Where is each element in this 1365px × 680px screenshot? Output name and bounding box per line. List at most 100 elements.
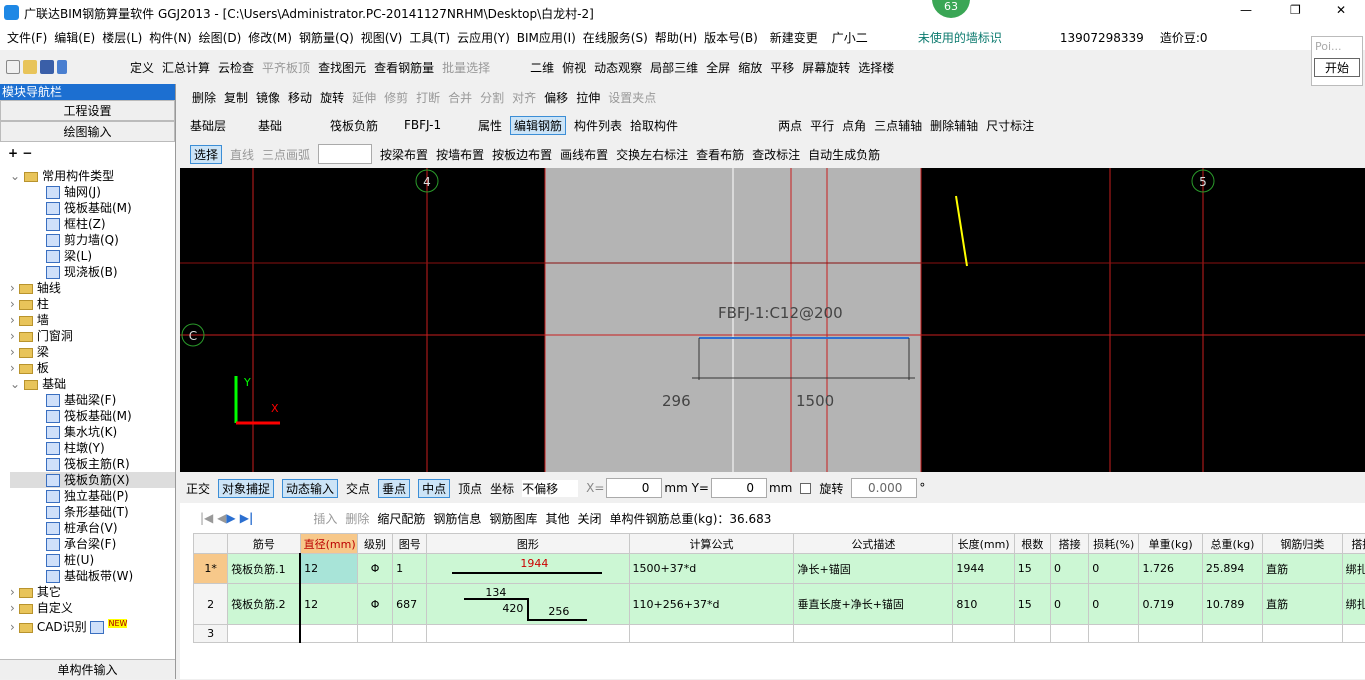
vertex-snap[interactable]: 顶点 (458, 480, 482, 497)
rotate-screen-button[interactable]: 屏幕旋转 (802, 59, 850, 76)
tree-folder[interactable]: ›板 (10, 360, 175, 376)
cell-name[interactable]: 筏板负筋.2 (228, 584, 300, 625)
align-slab-top-button[interactable]: 平齐板顶 (262, 59, 310, 76)
name-select[interactable]: FBFJ-1 (404, 118, 470, 132)
tree-folder[interactable]: ›柱 (10, 296, 175, 312)
cell-unit[interactable]: 0.719 (1139, 584, 1202, 625)
zoom-button[interactable]: 缩放 (738, 59, 762, 76)
tree-item[interactable]: 条形基础(T) (10, 504, 175, 520)
column-header[interactable]: 钢筋归类 (1263, 534, 1342, 554)
column-header[interactable]: 总重(kg) (1202, 534, 1262, 554)
minimize-button[interactable]: — (1240, 3, 1252, 17)
tree-item[interactable]: 筏板基础(M) (10, 408, 175, 424)
tree-folder[interactable]: ›自定义 (10, 600, 175, 616)
menu-draw[interactable]: 绘图(D) (199, 29, 242, 46)
cell-lap[interactable]: 0 (1050, 554, 1088, 584)
align-button[interactable]: 对齐 (512, 89, 536, 106)
cell-desc[interactable] (794, 625, 953, 643)
cell-dia[interactable]: 12 (300, 554, 357, 584)
cell-desc[interactable]: 垂直长度+净长+锚固 (794, 584, 953, 625)
cell-dia[interactable]: 12 (300, 584, 357, 625)
intersection-snap[interactable]: 交点 (346, 480, 370, 497)
perpendicular-snap[interactable]: 垂点 (378, 479, 410, 498)
tree-folder[interactable]: ›其它 (10, 584, 175, 600)
user-account[interactable]: 13907298339 (1060, 31, 1144, 45)
menu-file[interactable]: 文件(F) (7, 29, 47, 46)
cell-no[interactable]: 3 (194, 625, 228, 643)
expand-collapse-icons[interactable]: + − (0, 142, 175, 168)
2d-button[interactable]: 二维 (530, 59, 554, 76)
column-header[interactable]: 搭接 (1342, 534, 1365, 554)
menu-modify[interactable]: 修改(M) (248, 29, 292, 46)
cell-shape[interactable]: 134420256 (427, 584, 629, 625)
fullscreen-button[interactable]: 全屏 (706, 59, 730, 76)
cell-fig[interactable]: 687 (393, 584, 427, 625)
find-element-button[interactable]: 查找图元 (318, 59, 366, 76)
menu-rebar[interactable]: 钢筋量(Q) (299, 29, 354, 46)
trim-button[interactable]: 修剪 (384, 89, 408, 106)
cell-len[interactable]: 810 (953, 584, 1014, 625)
menu-component[interactable]: 构件(N) (149, 29, 191, 46)
properties-button[interactable]: 属性 (478, 117, 502, 134)
tree-item[interactable]: 承台梁(F) (10, 536, 175, 552)
assistant-button[interactable]: 广小二 (832, 29, 868, 46)
other-button[interactable]: 其他 (545, 510, 569, 527)
cell-no[interactable]: 1* (194, 554, 228, 584)
cell-name[interactable] (228, 625, 300, 643)
scale-rebar-button[interactable]: 缩尺配筋 (377, 510, 425, 527)
column-header[interactable]: 级别 (357, 534, 392, 554)
line-button[interactable]: 直线 (230, 146, 254, 163)
tree-folder[interactable]: ⌄常用构件类型 (10, 168, 175, 184)
cell-count[interactable]: 15 (1014, 584, 1050, 625)
set-grip-button[interactable]: 设置夹点 (608, 89, 656, 106)
merge-button[interactable]: 合并 (448, 89, 472, 106)
mirror-button[interactable]: 镜像 (256, 89, 280, 106)
copy-button[interactable]: 复制 (224, 89, 248, 106)
angle-input[interactable]: 0.000 (851, 478, 917, 498)
column-header[interactable]: 图号 (393, 534, 427, 554)
close-panel-button[interactable]: 关闭 (577, 510, 601, 527)
column-header[interactable] (194, 534, 228, 554)
two-point-button[interactable]: 两点 (778, 117, 802, 134)
point-angle-button[interactable]: 点角 (842, 117, 866, 134)
cell-formula[interactable]: 1500+37*d (629, 554, 794, 584)
cell-loss[interactable]: 0 (1089, 584, 1139, 625)
cell-lap2[interactable] (1342, 625, 1365, 643)
cloud-check-button[interactable]: 云检查 (218, 59, 254, 76)
cell-cat[interactable] (1263, 625, 1342, 643)
cell-shape[interactable]: 1944 (427, 554, 629, 584)
by-wall-button[interactable]: 按墙布置 (436, 146, 484, 163)
table-row[interactable]: 2筏板负筋.212Φ687134420256110+256+37*d垂直长度+净… (194, 584, 1365, 625)
cell-len[interactable] (953, 625, 1014, 643)
dynamic-input-toggle[interactable]: 动态输入 (282, 479, 338, 498)
tree-item[interactable]: 筏板负筋(X) (10, 472, 175, 488)
column-header[interactable]: 损耗(%) (1089, 534, 1139, 554)
cell-lap2[interactable]: 绑扎 (1342, 554, 1365, 584)
component-select[interactable]: 筏板负筋 (330, 117, 396, 134)
view-layout-button[interactable]: 查看布筋 (696, 146, 744, 163)
view-rebar-button[interactable]: 查看钢筋量 (374, 59, 434, 76)
new-change-button[interactable]: 新建变更 (770, 29, 818, 46)
midpoint-snap[interactable]: 中点 (418, 479, 450, 498)
tree-item[interactable]: 桩承台(V) (10, 520, 175, 536)
y-input[interactable]: 0 (711, 478, 767, 498)
tree-folder[interactable]: ›梁 (10, 344, 175, 360)
rebar-info-button[interactable]: 钢筋信息 (433, 510, 481, 527)
pan-button[interactable]: 平移 (770, 59, 794, 76)
cell-grade[interactable]: Φ (357, 554, 392, 584)
cell-grade[interactable] (357, 625, 392, 643)
menu-tools[interactable]: 工具(T) (409, 29, 450, 46)
cell-count[interactable] (1014, 625, 1050, 643)
rotate-button[interactable]: 旋转 (320, 89, 344, 106)
delete-row-button[interactable]: 删除 (345, 510, 369, 527)
draw-input-button[interactable]: 绘图输入 (0, 121, 175, 142)
column-header[interactable]: 单重(kg) (1139, 534, 1202, 554)
ortho-toggle[interactable]: 正交 (186, 480, 210, 497)
swap-labels-button[interactable]: 交换左右标注 (616, 146, 688, 163)
stretch-button[interactable]: 拉伸 (576, 89, 600, 106)
cell-desc[interactable]: 净长+锚固 (794, 554, 953, 584)
pick-component-button[interactable]: 拾取构件 (630, 117, 678, 134)
cell-unit[interactable] (1139, 625, 1202, 643)
menu-floor[interactable]: 楼层(L) (102, 29, 142, 46)
column-header[interactable]: 公式描述 (794, 534, 953, 554)
